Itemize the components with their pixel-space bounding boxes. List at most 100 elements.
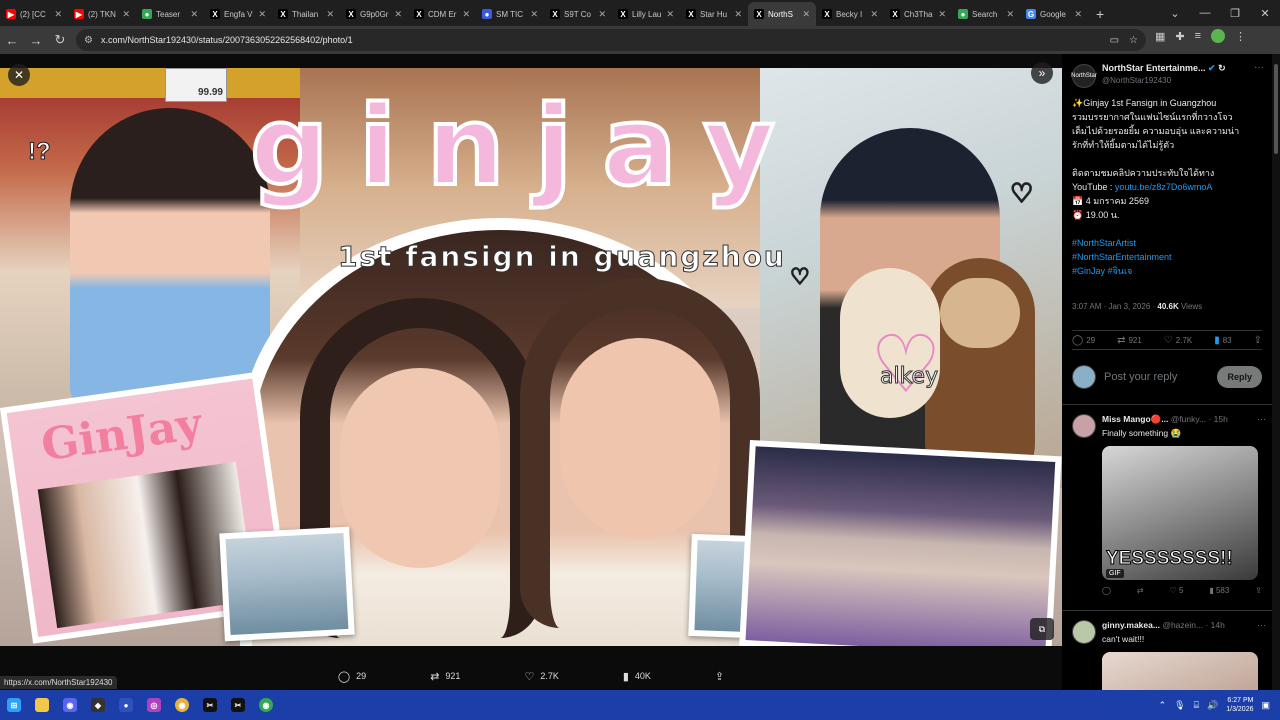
reply-item[interactable]: Miss Mango🔴... @funky... · 15h ··· Final… bbox=[1072, 414, 1268, 614]
reply-input[interactable]: Post your reply bbox=[1104, 371, 1177, 383]
app-icon[interactable]: ● bbox=[112, 690, 140, 720]
puzzle-icon[interactable]: ✚ bbox=[1175, 30, 1184, 43]
reply-reply-button[interactable]: ◯ bbox=[1102, 586, 1111, 595]
share-button[interactable]: ⇪ bbox=[1254, 335, 1262, 346]
chrome-active-icon[interactable]: ◉ bbox=[252, 690, 280, 720]
close-tab-icon[interactable]: ✕ bbox=[802, 9, 810, 20]
close-tab-icon[interactable]: ✕ bbox=[938, 9, 946, 20]
clock[interactable]: 6:27 PM 1/3/2026 bbox=[1226, 696, 1253, 714]
menu-icon[interactable]: ⋮ bbox=[1235, 30, 1246, 43]
tray-chevron-icon[interactable]: ⌃ bbox=[1159, 700, 1167, 711]
browser-tab[interactable]: ▶ (2) [CC ✕ bbox=[0, 2, 68, 26]
site-info-icon[interactable]: ⚙ bbox=[84, 35, 93, 46]
bookmark-star-icon[interactable]: ☆ bbox=[1129, 35, 1138, 46]
file-explorer-icon[interactable] bbox=[28, 690, 56, 720]
reply-author[interactable]: ginny.makea... @hazein... · 14h bbox=[1102, 620, 1225, 630]
photo-image[interactable]: 99.99 ♡ alkey GinJay ginjay 1st fansign … bbox=[0, 68, 1062, 646]
author-handle[interactable]: @NorthStar192430 bbox=[1102, 76, 1171, 85]
close-tab-icon[interactable]: ✕ bbox=[258, 9, 266, 20]
browser-tab[interactable]: X Lilly Lau ✕ bbox=[612, 2, 680, 26]
browser-tab[interactable]: ● Search ✕ bbox=[952, 2, 1020, 26]
discord-icon[interactable]: ◉ bbox=[56, 690, 84, 720]
viewer-like-button[interactable]: ♡ 2.7K bbox=[524, 670, 558, 683]
scrollbar-thumb[interactable] bbox=[1274, 64, 1278, 154]
reply-repost-button[interactable]: ⇄ bbox=[1137, 586, 1144, 595]
capcut-icon[interactable]: ✂ bbox=[196, 690, 224, 720]
reply-author[interactable]: Miss Mango🔴... @funky... · 15h bbox=[1102, 414, 1228, 425]
close-tab-icon[interactable]: ✕ bbox=[326, 9, 334, 20]
reply-button[interactable]: ◯ 29 bbox=[1072, 335, 1095, 346]
viewer-views-button[interactable]: ▮ 40K bbox=[623, 670, 651, 683]
tweet-author[interactable]: NorthStar NorthStar Entertainme... ✔ ↻ @… bbox=[1071, 62, 1272, 92]
close-tab-icon[interactable]: ✕ bbox=[54, 9, 62, 20]
reply-like-button[interactable]: ♡ 5 bbox=[1170, 586, 1184, 595]
app-icon[interactable]: ◎ bbox=[140, 690, 168, 720]
browser-tab[interactable]: X Ch3Tha ✕ bbox=[884, 2, 952, 26]
like-button[interactable]: ♡ 2.7K bbox=[1164, 335, 1192, 346]
close-window-button[interactable]: ✕ bbox=[1250, 0, 1280, 26]
close-tab-icon[interactable]: ✕ bbox=[394, 9, 402, 20]
maximize-button[interactable]: ❐ bbox=[1220, 0, 1250, 26]
browser-tab[interactable]: ▶ (2) TKN ✕ bbox=[68, 2, 136, 26]
back-button[interactable]: ← bbox=[0, 28, 24, 52]
media-icon[interactable]: ≡ bbox=[1195, 30, 1201, 42]
reply-submit-button[interactable]: Reply bbox=[1217, 366, 1262, 388]
alt-text-icon[interactable]: ⧉ bbox=[1030, 618, 1054, 640]
browser-tab[interactable]: X Thailan ✕ bbox=[272, 2, 340, 26]
reply-views-button[interactable]: ▮ 583 bbox=[1209, 586, 1229, 595]
reply-avatar[interactable] bbox=[1072, 620, 1096, 644]
capcut-icon[interactable]: ✂ bbox=[224, 690, 252, 720]
browser-tab[interactable]: X Star Hu ✕ bbox=[680, 2, 748, 26]
author-avatar[interactable]: NorthStar bbox=[1071, 64, 1097, 88]
more-options-icon[interactable]: ··· bbox=[1254, 62, 1264, 73]
close-tab-icon[interactable]: ✕ bbox=[1006, 9, 1014, 20]
app-icon[interactable]: ◆ bbox=[84, 690, 112, 720]
browser-tab[interactable]: X Engfa V ✕ bbox=[204, 2, 272, 26]
close-viewer-button[interactable]: ✕ bbox=[8, 64, 30, 86]
expand-sidebar-button[interactable]: » bbox=[1031, 62, 1053, 84]
reply-gif[interactable]: YESSSSSSS!! GIF bbox=[1102, 446, 1258, 580]
more-options-icon[interactable]: ··· bbox=[1257, 620, 1266, 630]
browser-tab[interactable]: ● SM TIC ✕ bbox=[476, 2, 544, 26]
browser-tab[interactable]: ● Teaser ✕ bbox=[136, 2, 204, 26]
sidebar-scrollbar[interactable] bbox=[1272, 54, 1280, 690]
browser-tab[interactable]: X CDM Er ✕ bbox=[408, 2, 476, 26]
close-tab-icon[interactable]: ✕ bbox=[190, 9, 198, 20]
bookmark-button[interactable]: ▮ 83 bbox=[1214, 335, 1231, 346]
repost-button[interactable]: ⇄ 921 bbox=[1117, 335, 1142, 346]
reply-avatar[interactable] bbox=[1072, 414, 1096, 438]
close-tab-icon[interactable]: ✕ bbox=[530, 9, 538, 20]
close-tab-icon[interactable]: ✕ bbox=[870, 9, 878, 20]
more-options-icon[interactable]: ··· bbox=[1257, 414, 1266, 424]
notification-icon[interactable]: ▣ bbox=[1261, 700, 1270, 711]
chevron-down-icon[interactable]: ⌄ bbox=[1160, 0, 1190, 26]
close-tab-icon[interactable]: ✕ bbox=[1074, 9, 1082, 20]
mic-icon[interactable]: 🎙 bbox=[1174, 700, 1185, 711]
reply-item[interactable]: ginny.makea... @hazein... · 14h ··· can'… bbox=[1072, 620, 1268, 690]
author-name[interactable]: NorthStar Entertainme... ✔ ↻ bbox=[1102, 63, 1226, 74]
chrome-icon[interactable]: ◉ bbox=[168, 690, 196, 720]
reply-share-button[interactable]: ⇪ bbox=[1255, 586, 1262, 595]
network-icon[interactable]: ⌸ bbox=[1194, 700, 1199, 711]
hashtag-link[interactable]: #NorthStarArtist bbox=[1072, 236, 1264, 250]
close-tab-icon[interactable]: ✕ bbox=[462, 9, 470, 20]
close-tab-icon[interactable]: ✕ bbox=[734, 9, 742, 20]
url-input[interactable]: ⚙ x.com/NorthStar192430/status/200736305… bbox=[76, 29, 1146, 51]
minimize-button[interactable]: — bbox=[1190, 0, 1220, 26]
tweet-timestamp[interactable]: 3:07 AM · Jan 3, 2026 · bbox=[1072, 302, 1157, 311]
browser-tab[interactable]: X NorthS ✕ bbox=[748, 2, 816, 26]
browser-tab[interactable]: X S9T Co ✕ bbox=[544, 2, 612, 26]
close-tab-icon[interactable]: ✕ bbox=[666, 9, 674, 20]
volume-icon[interactable]: 🔊 bbox=[1207, 700, 1218, 711]
new-tab-button[interactable]: + bbox=[1096, 2, 1104, 26]
browser-tab[interactable]: X Becky I ✕ bbox=[816, 2, 884, 26]
reply-image[interactable] bbox=[1102, 652, 1258, 690]
close-tab-icon[interactable]: ✕ bbox=[598, 9, 606, 20]
viewer-reply-button[interactable]: ◯ 29 bbox=[338, 670, 366, 683]
extension-icon[interactable]: ▦ bbox=[1155, 30, 1165, 43]
browser-tab[interactable]: G Google ✕ bbox=[1020, 2, 1088, 26]
hashtag-link[interactable]: #NorthStarEntertainment bbox=[1072, 250, 1264, 264]
close-tab-icon[interactable]: ✕ bbox=[122, 9, 130, 20]
forward-button[interactable]: → bbox=[24, 28, 48, 52]
hashtag-link[interactable]: #GinJay #จินเจ bbox=[1072, 264, 1264, 278]
